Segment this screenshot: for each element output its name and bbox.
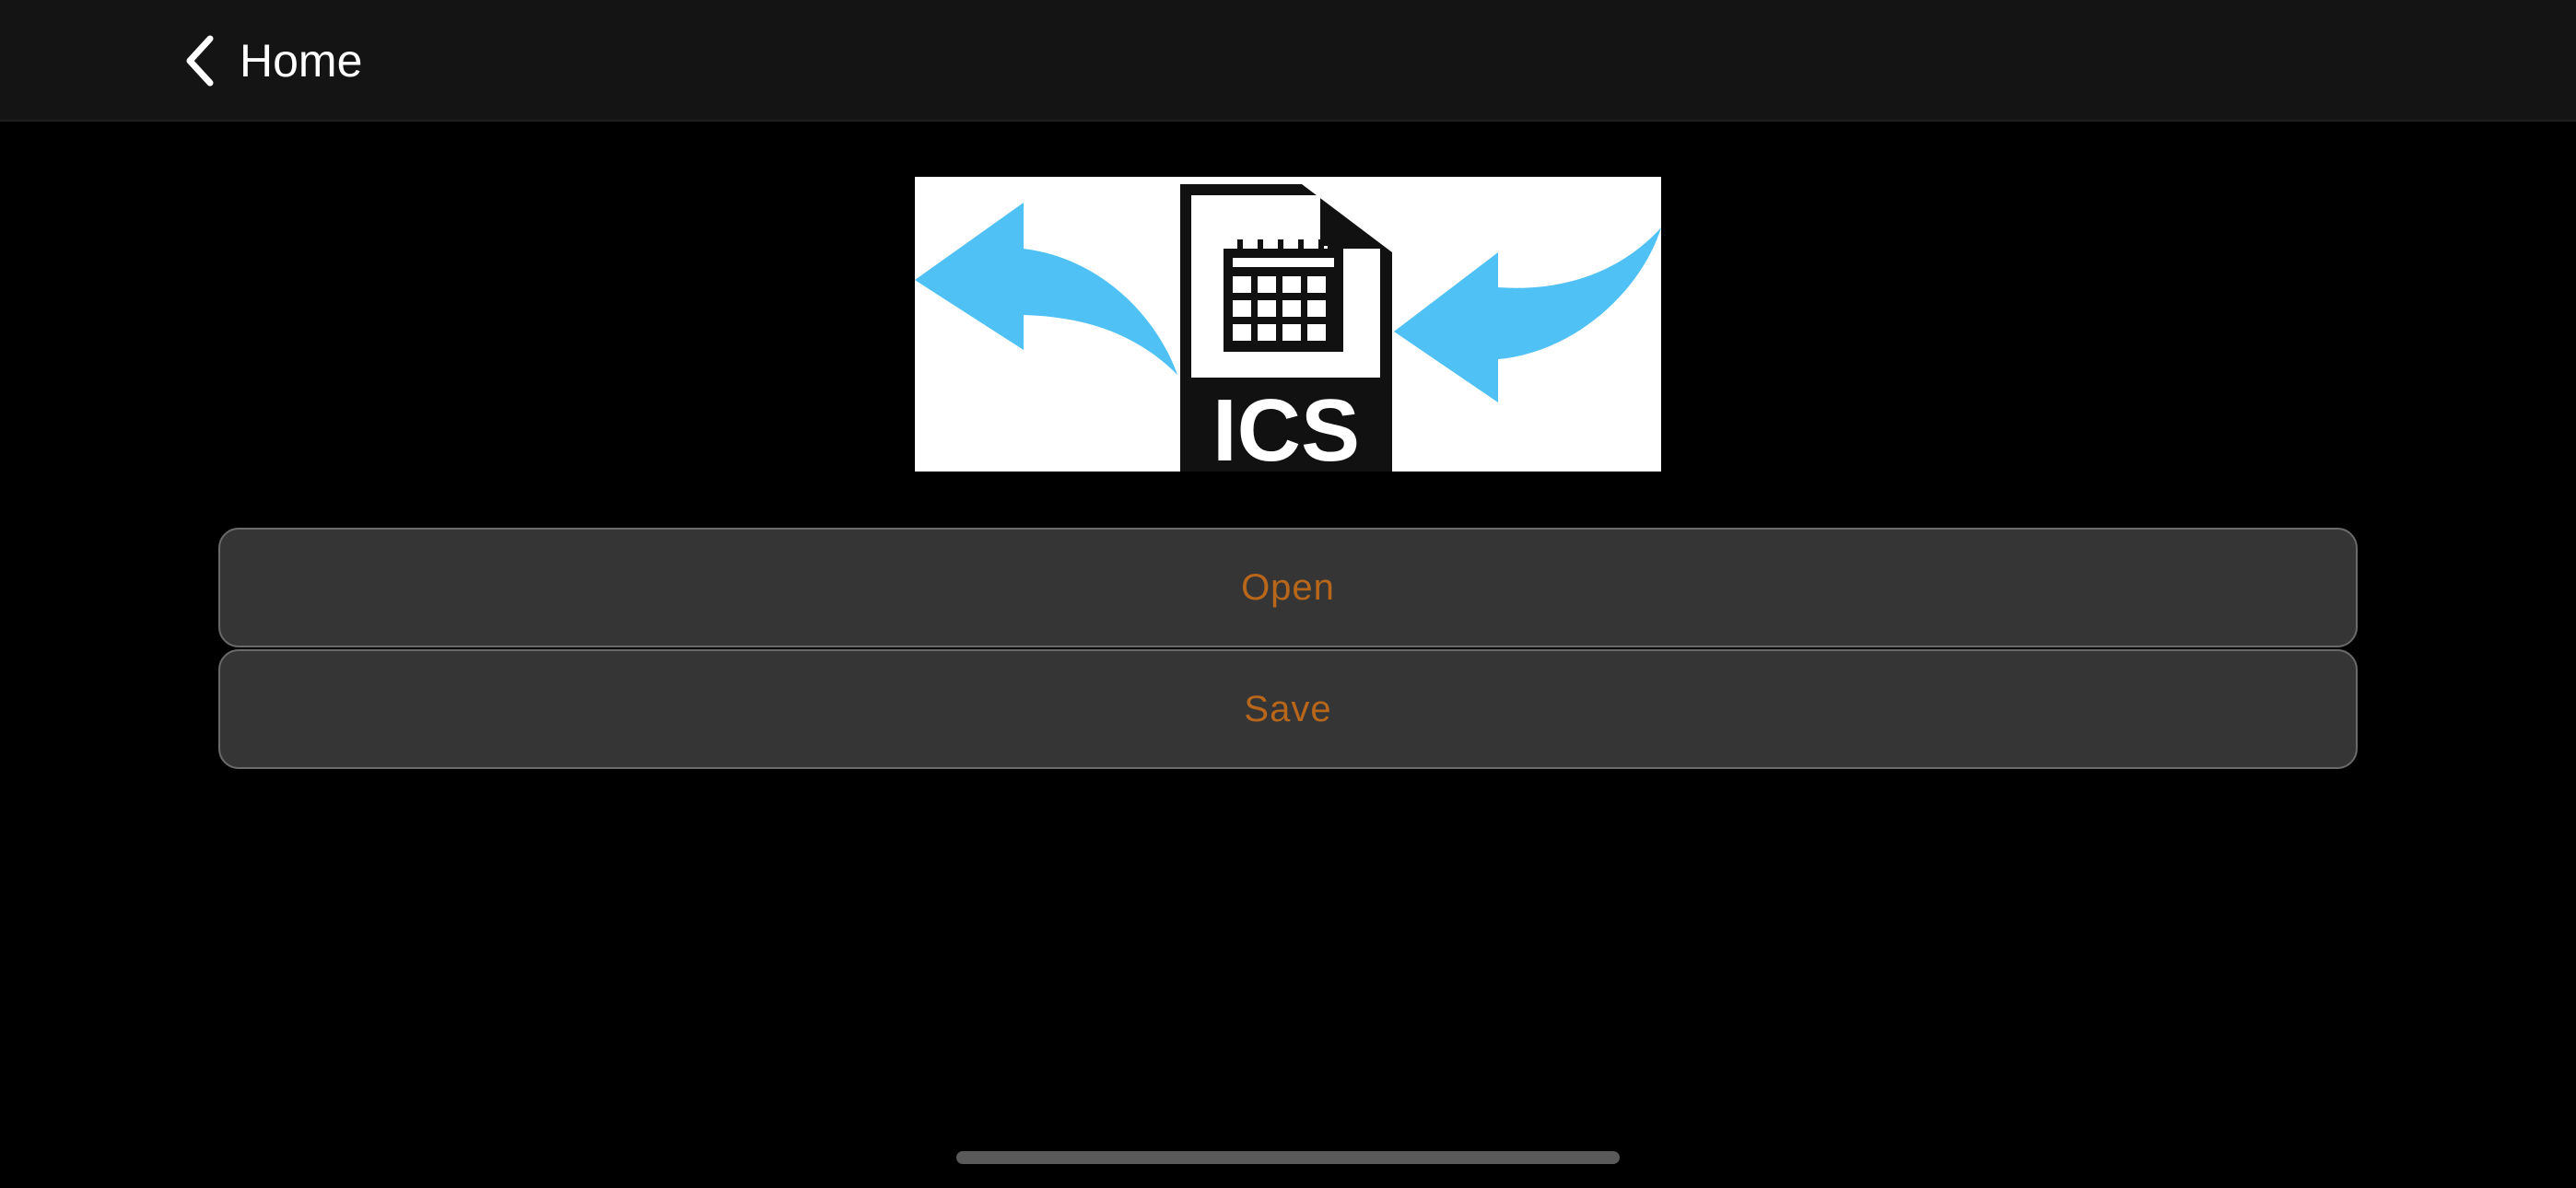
open-button[interactable]: Open bbox=[218, 528, 2358, 647]
chevron-left-icon bbox=[186, 35, 214, 87]
right-arrow-icon bbox=[1394, 227, 1661, 402]
ics-import-export-illustration: ICS bbox=[915, 177, 1661, 472]
left-arrow-icon bbox=[915, 203, 1177, 375]
ics-file-label: ICS bbox=[1212, 381, 1360, 472]
ics-file-icon: ICS bbox=[1180, 184, 1392, 472]
navigation-bar: Home bbox=[0, 0, 2576, 122]
save-button[interactable]: Save bbox=[218, 649, 2358, 769]
home-indicator[interactable] bbox=[956, 1151, 1620, 1164]
back-button-label: Home bbox=[240, 35, 363, 87]
back-button[interactable]: Home bbox=[181, 26, 362, 96]
